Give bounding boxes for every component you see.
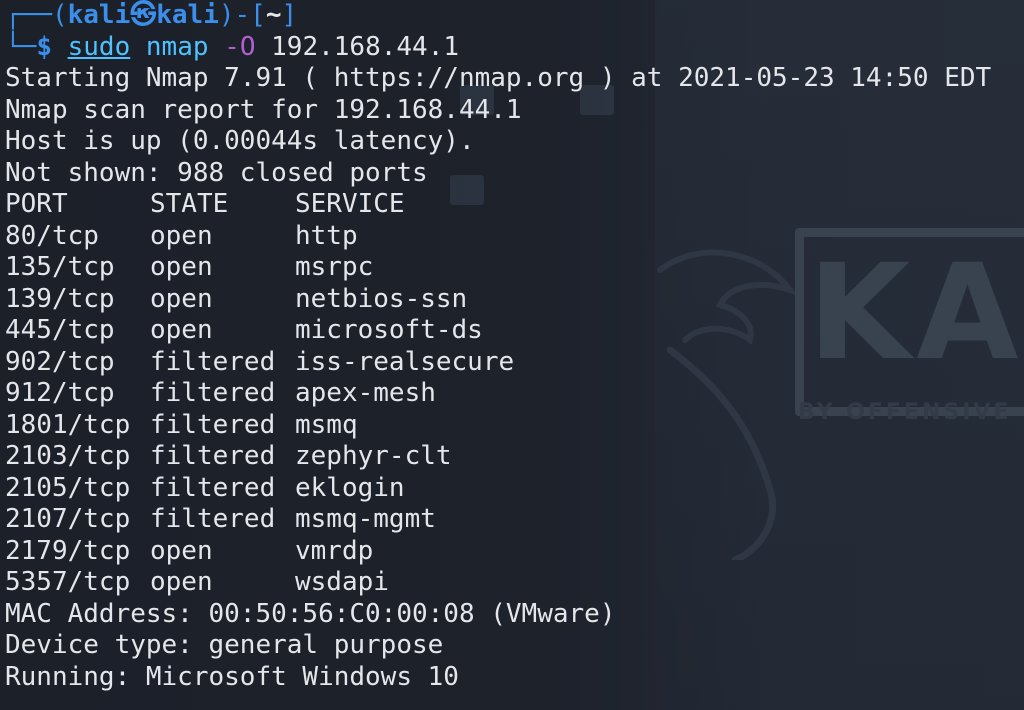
header-service: SERVICE — [295, 189, 405, 219]
port-row: 139/tcp open netbios-ssn — [5, 284, 991, 316]
state-cell: filtered — [150, 346, 276, 377]
state-cell: open — [150, 283, 213, 314]
state-cell: filtered — [150, 504, 276, 534]
terminal-window[interactable]: KALI BY OFFENSIVE SECURITY ┌──(kali㉿kali… — [0, 0, 1024, 710]
state-cell: filtered — [150, 378, 276, 408]
port-cell: 139/tcp — [5, 283, 115, 314]
port-row: 5357/tcp open wsdapi — [5, 567, 991, 599]
state-cell: open — [150, 315, 213, 345]
service-cell: iss-realsecure — [295, 346, 515, 377]
state-cell: open — [150, 220, 213, 251]
header-port: PORT — [5, 189, 68, 219]
port-cell: 2105/tcp — [5, 472, 131, 503]
output-device-line: Device type: general purpose — [5, 630, 444, 660]
service-cell: wsdapi — [295, 567, 389, 597]
service-cell: vmrdp — [295, 535, 374, 566]
command-target: 192.168.44.1 — [271, 31, 459, 62]
state-cell: open — [150, 252, 213, 282]
header-state: STATE — [150, 189, 229, 219]
state-cell: open — [150, 535, 213, 566]
port-cell: 445/tcp — [5, 315, 115, 345]
port-row: 445/tcp open microsoft-ds — [5, 315, 991, 347]
port-row: 1801/tcp filtered msmq — [5, 410, 991, 442]
prompt-dollar: $ — [36, 31, 52, 62]
prompt-frame-bottom: └─ — [5, 31, 37, 62]
service-cell: http — [295, 220, 358, 251]
command-program: nmap — [145, 31, 209, 62]
prompt-user-host: kali㉿kali — [67, 0, 219, 30]
output-not-shown-line: Not shown: 988 closed ports — [5, 157, 428, 188]
terminal-output[interactable]: ┌──(kali㉿kali)-[~] └─$ sudo nmap -O 192.… — [5, 0, 991, 693]
port-row: 2103/tcp filtered zephyr-clt — [5, 441, 991, 473]
service-cell: eklogin — [295, 472, 405, 503]
port-row: 2107/tcp filtered msmq-mgmt — [5, 504, 991, 536]
port-cell: 1801/tcp — [5, 409, 131, 440]
port-row: 2105/tcp filtered eklogin — [5, 473, 991, 505]
state-cell: open — [150, 567, 213, 597]
port-row: 80/tcp open http — [5, 221, 991, 253]
prompt-directory: ~ — [265, 0, 282, 30]
port-cell: 2107/tcp — [5, 504, 131, 534]
prompt-frame-top: ┌──( — [5, 0, 68, 30]
port-cell: 2179/tcp — [5, 535, 131, 566]
state-cell: filtered — [150, 472, 276, 503]
service-cell: msmq — [295, 409, 358, 440]
port-row: 902/tcp filtered iss-realsecure — [5, 347, 991, 379]
port-cell: 902/tcp — [5, 346, 115, 377]
service-cell: netbios-ssn — [295, 283, 468, 314]
port-row: 912/tcp filtered apex-mesh — [5, 378, 991, 410]
port-table-header: PORT STATE SERVICE — [5, 189, 991, 221]
port-row: 2179/tcp open vmrdp — [5, 536, 991, 568]
command-line[interactable]: └─$ sudo nmap -O 192.168.44.1 — [5, 32, 991, 64]
port-cell: 2103/tcp — [5, 441, 131, 471]
service-cell: zephyr-clt — [295, 441, 452, 471]
prompt-line-top: ┌──(kali㉿kali)-[~] — [5, 0, 991, 32]
port-cell: 5357/tcp — [5, 567, 131, 597]
prompt-frame-end: ] — [281, 0, 298, 30]
port-cell: 912/tcp — [5, 378, 115, 408]
command-sudo: sudo — [67, 31, 131, 62]
service-cell: msrpc — [295, 252, 374, 282]
state-cell: filtered — [150, 441, 276, 471]
port-row: 135/tcp open msrpc — [5, 252, 991, 284]
service-cell: microsoft-ds — [295, 315, 483, 345]
prompt-frame-mid: )-[ — [218, 0, 266, 30]
command-flag: -O — [224, 31, 256, 62]
output-running-line: Running: Microsoft Windows 10 — [5, 661, 459, 692]
state-cell: filtered — [150, 409, 276, 440]
service-cell: msmq-mgmt — [295, 504, 436, 534]
output-mac-line: MAC Address: 00:50:56:C0:00:08 (VMware) — [5, 598, 616, 629]
port-cell: 80/tcp — [5, 220, 99, 251]
service-cell: apex-mesh — [295, 378, 436, 408]
output-host-line: Host is up (0.00044s latency). — [5, 126, 475, 156]
output-start-line: Starting Nmap 7.91 ( https://nmap.org ) … — [5, 63, 992, 93]
output-report-line: Nmap scan report for 192.168.44.1 — [5, 94, 522, 125]
port-cell: 135/tcp — [5, 252, 115, 282]
